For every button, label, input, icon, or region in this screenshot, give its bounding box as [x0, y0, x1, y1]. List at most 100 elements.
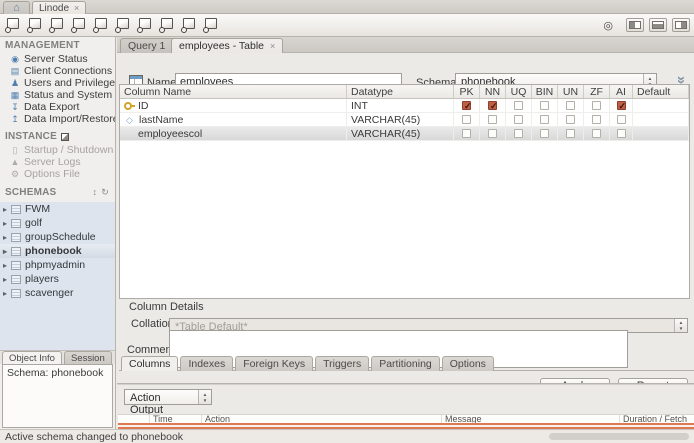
expand-arrow-icon[interactable]: ▸ [3, 205, 11, 214]
tab-indexes[interactable]: Indexes [180, 356, 234, 371]
schema-item-groupschedule[interactable]: ▸ groupSchedule [0, 230, 115, 244]
open-sql-script-icon[interactable] [26, 17, 43, 33]
tab-partitioning[interactable]: Partitioning [371, 356, 440, 371]
ai-checkbox[interactable] [616, 129, 626, 138]
header-action[interactable]: Action [202, 415, 442, 423]
zf-checkbox[interactable] [592, 129, 601, 138]
un-checkbox[interactable] [566, 115, 575, 124]
header-column-name[interactable]: Column Name [120, 85, 347, 98]
toggle-bottom-panel-icon[interactable] [649, 18, 667, 32]
header-time[interactable]: Time [150, 415, 202, 423]
connection-tab-linode[interactable]: Linode × [32, 1, 87, 14]
bin-checkbox[interactable] [540, 129, 549, 138]
sidebar-item-client-connections[interactable]: ▤ Client Connections [0, 65, 115, 77]
create-function-icon[interactable] [158, 17, 175, 33]
header-bin[interactable]: BIN [532, 85, 558, 98]
sidebar-item-server-logs[interactable]: ▲ Server Logs [0, 156, 115, 168]
reconnect-dbms-icon[interactable] [202, 17, 219, 33]
header-datatype[interactable]: Datatype [347, 85, 454, 98]
header-zf[interactable]: ZF [584, 85, 610, 98]
tab-triggers[interactable]: Triggers [315, 356, 370, 371]
bin-checkbox[interactable] [540, 115, 549, 124]
schema-item-scavenger[interactable]: ▸ scavenger [0, 286, 115, 300]
table-row[interactable]: ID INT [120, 99, 689, 113]
nn-checkbox[interactable] [488, 129, 497, 138]
header-uq[interactable]: UQ [506, 85, 532, 98]
close-icon[interactable]: × [74, 3, 79, 13]
uq-checkbox[interactable] [514, 129, 523, 138]
schema-item-players[interactable]: ▸ players [0, 272, 115, 286]
tab-foreign-keys[interactable]: Foreign Keys [235, 356, 314, 371]
schema-item-fwm[interactable]: ▸ FWM [0, 202, 115, 216]
horizontal-scrollbar[interactable] [549, 433, 689, 440]
expand-arrow-icon[interactable]: ▸ [3, 275, 11, 284]
sidebar-item-users-privileges[interactable]: ♟ Users and Privileges [0, 77, 115, 89]
header-default[interactable]: Default [633, 85, 689, 98]
pk-checkbox[interactable] [462, 99, 472, 112]
ai-checkbox[interactable] [616, 99, 626, 112]
uq-checkbox[interactable] [514, 101, 523, 110]
create-schema-icon[interactable] [70, 17, 87, 33]
create-view-icon[interactable] [114, 17, 131, 33]
sidebar-item-startup-shutdown[interactable]: ▯ Startup / Shutdown [0, 144, 115, 156]
home-tab[interactable]: ⌂ [3, 1, 30, 14]
un-checkbox[interactable] [566, 101, 575, 110]
default-cell [633, 99, 689, 112]
schema-item-golf[interactable]: ▸ golf [0, 216, 115, 230]
sidebar-item-label: Startup / Shutdown [24, 144, 114, 156]
toggle-right-sidebar-icon[interactable] [672, 18, 690, 32]
sidebar-item-server-status[interactable]: ◉ Server Status [0, 53, 115, 65]
expand-arrow-icon[interactable]: ▸ [3, 247, 11, 256]
schema-item-phonebook[interactable]: ▸ phonebook [0, 244, 115, 258]
schema-label: players [25, 273, 59, 285]
inspect-database-icon[interactable] [48, 17, 65, 33]
schema-item-phpmyadmin[interactable]: ▸ phpmyadmin [0, 258, 115, 272]
sidebar-item-options-file[interactable]: ⚙ Options File [0, 168, 115, 180]
sidebar-item-label: Data Export [24, 101, 80, 113]
un-checkbox[interactable] [566, 129, 575, 138]
ai-checkbox[interactable] [616, 115, 626, 124]
header-pk[interactable]: PK [454, 85, 480, 98]
expand-arrow-icon[interactable]: ▸ [3, 219, 11, 228]
tab-employees-table[interactable]: employees - Table × [171, 38, 284, 53]
sidebar-item-data-import[interactable]: ↥ Data Import/Restore [0, 113, 115, 125]
bin-checkbox[interactable] [540, 101, 549, 110]
tab-session[interactable]: Session [63, 351, 112, 365]
toggle-left-sidebar-icon[interactable] [626, 18, 644, 32]
expand-arrow-icon[interactable]: ▸ [3, 261, 11, 270]
status-variables-icon: ▦ [10, 89, 20, 100]
header-nn[interactable]: NN [480, 85, 506, 98]
expand-collapse-icon[interactable]: ↕ [93, 187, 98, 198]
nn-checkbox[interactable] [488, 115, 497, 124]
schema-label: scavenger [25, 287, 74, 299]
expand-arrow-icon[interactable]: ▸ [3, 233, 11, 242]
expand-arrow-icon[interactable]: ▸ [3, 289, 11, 298]
create-procedure-icon[interactable] [136, 17, 153, 33]
tab-columns[interactable]: Columns [121, 356, 179, 371]
header-ai[interactable]: AI [610, 85, 633, 98]
spinner-icon[interactable]: ▲▼ [198, 390, 211, 404]
zf-checkbox[interactable] [592, 101, 601, 110]
close-icon[interactable]: × [270, 41, 275, 51]
sidebar-item-status-variables[interactable]: ▦ Status and System Variables [0, 89, 115, 101]
table-row-selected[interactable]: employeescol VARCHAR(45) [120, 127, 689, 141]
refresh-schemas-icon[interactable]: ↻ [101, 187, 109, 198]
header-message[interactable]: Message [442, 415, 620, 423]
header-un[interactable]: UN [558, 85, 584, 98]
search-table-data-icon[interactable] [180, 17, 197, 33]
new-sql-tab-icon[interactable] [4, 17, 21, 33]
create-table-icon[interactable] [92, 17, 109, 33]
uq-checkbox[interactable] [514, 115, 523, 124]
expand-header-icon[interactable]: » [673, 76, 690, 84]
pk-checkbox[interactable] [462, 129, 471, 138]
header-duration[interactable]: Duration / Fetch [620, 415, 694, 423]
tab-object-info[interactable]: Object Info [2, 351, 62, 365]
default-cell [633, 113, 689, 126]
table-row[interactable]: ◇ lastName VARCHAR(45) [120, 113, 689, 127]
tab-options[interactable]: Options [441, 356, 494, 371]
output-selector[interactable]: Action Output ▲ ▼ [124, 389, 212, 416]
nn-checkbox[interactable] [488, 99, 498, 112]
zf-checkbox[interactable] [592, 115, 601, 124]
sidebar-item-data-export[interactable]: ↧ Data Export [0, 101, 115, 113]
pk-checkbox[interactable] [462, 115, 471, 124]
